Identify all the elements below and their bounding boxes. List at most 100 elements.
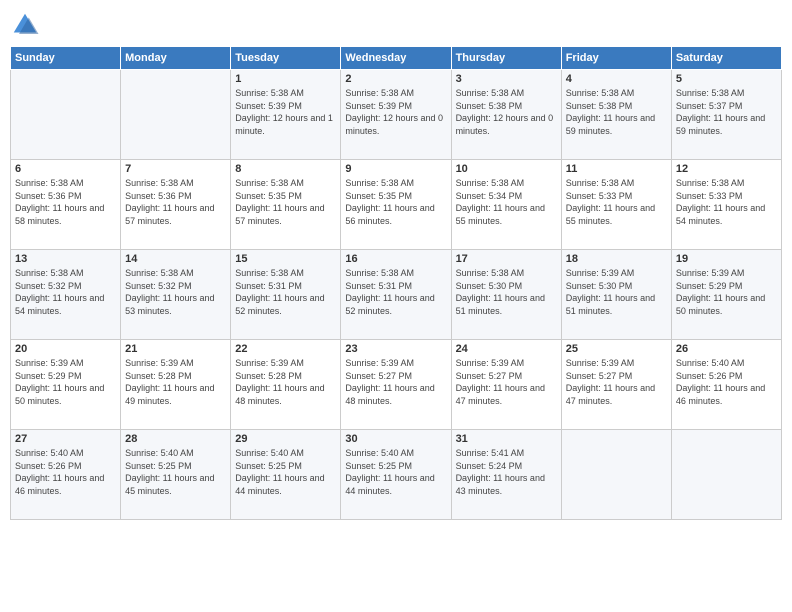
day-number: 6	[15, 163, 116, 175]
header-cell-sunday: Sunday	[11, 47, 121, 70]
calendar-cell: 30 Sunrise: 5:40 AM Sunset: 5:25 PM Dayli…	[341, 430, 451, 520]
calendar-cell: 1 Sunrise: 5:38 AM Sunset: 5:39 PM Daylig…	[231, 70, 341, 160]
day-number: 17	[456, 253, 557, 265]
day-number: 31	[456, 433, 557, 445]
cell-content: Sunrise: 5:40 AM Sunset: 5:26 PM Dayligh…	[15, 447, 116, 497]
calendar-cell: 29 Sunrise: 5:40 AM Sunset: 5:25 PM Dayli…	[231, 430, 341, 520]
cell-content: Sunrise: 5:38 AM Sunset: 5:39 PM Dayligh…	[235, 87, 336, 137]
day-number: 30	[345, 433, 446, 445]
calendar-cell: 24 Sunrise: 5:39 AM Sunset: 5:27 PM Dayli…	[451, 340, 561, 430]
day-number: 20	[15, 343, 116, 355]
calendar-cell	[671, 430, 781, 520]
logo-icon	[10, 10, 40, 40]
cell-content: Sunrise: 5:38 AM Sunset: 5:31 PM Dayligh…	[345, 267, 446, 317]
week-row-3: 20 Sunrise: 5:39 AM Sunset: 5:29 PM Dayli…	[11, 340, 782, 430]
day-number: 3	[456, 73, 557, 85]
day-number: 5	[676, 73, 777, 85]
day-number: 19	[676, 253, 777, 265]
cell-content: Sunrise: 5:38 AM Sunset: 5:36 PM Dayligh…	[125, 177, 226, 227]
calendar-cell: 19Sunrise: 5:39 AM Sunset: 5:29 PM Dayli…	[671, 250, 781, 340]
day-number: 24	[456, 343, 557, 355]
calendar-cell: 5 Sunrise: 5:38 AM Sunset: 5:37 PM Daylig…	[671, 70, 781, 160]
day-number: 29	[235, 433, 336, 445]
week-row-4: 27Sunrise: 5:40 AM Sunset: 5:26 PM Dayli…	[11, 430, 782, 520]
calendar-cell: 6 Sunrise: 5:38 AM Sunset: 5:36 PM Daylig…	[11, 160, 121, 250]
cell-content: Sunrise: 5:38 AM Sunset: 5:38 PM Dayligh…	[456, 87, 557, 137]
day-number: 16	[345, 253, 446, 265]
header-cell-tuesday: Tuesday	[231, 47, 341, 70]
cell-content: Sunrise: 5:40 AM Sunset: 5:26 PM Dayligh…	[676, 357, 777, 407]
day-number: 14	[125, 253, 226, 265]
cell-content: Sunrise: 5:38 AM Sunset: 5:36 PM Dayligh…	[15, 177, 116, 227]
calendar-cell: 7 Sunrise: 5:38 AM Sunset: 5:36 PM Daylig…	[121, 160, 231, 250]
week-row-1: 6 Sunrise: 5:38 AM Sunset: 5:36 PM Daylig…	[11, 160, 782, 250]
cell-content: Sunrise: 5:41 AM Sunset: 5:24 PM Dayligh…	[456, 447, 557, 497]
day-number: 15	[235, 253, 336, 265]
day-number: 13	[15, 253, 116, 265]
cell-content: Sunrise: 5:38 AM Sunset: 5:38 PM Dayligh…	[566, 87, 667, 137]
calendar-cell: 12 Sunrise: 5:38 AM Sunset: 5:33 PM Dayli…	[671, 160, 781, 250]
cell-content: Sunrise: 5:38 AM Sunset: 5:32 PM Dayligh…	[15, 267, 116, 317]
day-number: 2	[345, 73, 446, 85]
cell-content: Sunrise: 5:39 AM Sunset: 5:28 PM Dayligh…	[235, 357, 336, 407]
day-number: 28	[125, 433, 226, 445]
cell-content: Sunrise: 5:38 AM Sunset: 5:33 PM Dayligh…	[676, 177, 777, 227]
cell-content: Sunrise: 5:39 AM Sunset: 5:29 PM Dayligh…	[15, 357, 116, 407]
day-number: 4	[566, 73, 667, 85]
calendar-cell: 8Sunrise: 5:38 AM Sunset: 5:35 PM Daylig…	[231, 160, 341, 250]
day-number: 9	[345, 163, 446, 175]
day-number: 7	[125, 163, 226, 175]
logo	[10, 10, 44, 40]
header-cell-saturday: Saturday	[671, 47, 781, 70]
week-row-0: 1 Sunrise: 5:38 AM Sunset: 5:39 PM Daylig…	[11, 70, 782, 160]
calendar-cell: 28 Sunrise: 5:40 AM Sunset: 5:25 PM Dayli…	[121, 430, 231, 520]
cell-content: Sunrise: 5:39 AM Sunset: 5:30 PM Dayligh…	[566, 267, 667, 317]
calendar-cell: 27Sunrise: 5:40 AM Sunset: 5:26 PM Dayli…	[11, 430, 121, 520]
day-number: 21	[125, 343, 226, 355]
calendar-cell: 17Sunrise: 5:38 AM Sunset: 5:30 PM Dayli…	[451, 250, 561, 340]
header-row: SundayMondayTuesdayWednesdayThursdayFrid…	[11, 47, 782, 70]
calendar-cell: 18 Sunrise: 5:39 AM Sunset: 5:30 PM Dayli…	[561, 250, 671, 340]
calendar-cell: 2Sunrise: 5:38 AM Sunset: 5:39 PM Daylig…	[341, 70, 451, 160]
calendar-table: SundayMondayTuesdayWednesdayThursdayFrid…	[10, 46, 782, 520]
calendar-cell: 9Sunrise: 5:38 AM Sunset: 5:35 PM Daylig…	[341, 160, 451, 250]
calendar-cell: 16 Sunrise: 5:38 AM Sunset: 5:31 PM Dayli…	[341, 250, 451, 340]
cell-content: Sunrise: 5:38 AM Sunset: 5:37 PM Dayligh…	[676, 87, 777, 137]
cell-content: Sunrise: 5:38 AM Sunset: 5:35 PM Dayligh…	[235, 177, 336, 227]
day-number: 25	[566, 343, 667, 355]
calendar-cell: 3 Sunrise: 5:38 AM Sunset: 5:38 PM Daylig…	[451, 70, 561, 160]
day-number: 10	[456, 163, 557, 175]
page-header	[10, 10, 782, 40]
calendar-cell: 11 Sunrise: 5:38 AM Sunset: 5:33 PM Dayli…	[561, 160, 671, 250]
calendar-cell	[11, 70, 121, 160]
cell-content: Sunrise: 5:40 AM Sunset: 5:25 PM Dayligh…	[345, 447, 446, 497]
day-number: 22	[235, 343, 336, 355]
cell-content: Sunrise: 5:40 AM Sunset: 5:25 PM Dayligh…	[235, 447, 336, 497]
header-cell-monday: Monday	[121, 47, 231, 70]
day-number: 12	[676, 163, 777, 175]
cell-content: Sunrise: 5:39 AM Sunset: 5:28 PM Dayligh…	[125, 357, 226, 407]
cell-content: Sunrise: 5:40 AM Sunset: 5:25 PM Dayligh…	[125, 447, 226, 497]
day-number: 23	[345, 343, 446, 355]
calendar-cell: 26 Sunrise: 5:40 AM Sunset: 5:26 PM Dayli…	[671, 340, 781, 430]
calendar-cell: 25 Sunrise: 5:39 AM Sunset: 5:27 PM Dayli…	[561, 340, 671, 430]
calendar-cell: 15Sunrise: 5:38 AM Sunset: 5:31 PM Dayli…	[231, 250, 341, 340]
cell-content: Sunrise: 5:39 AM Sunset: 5:27 PM Dayligh…	[456, 357, 557, 407]
cell-content: Sunrise: 5:38 AM Sunset: 5:34 PM Dayligh…	[456, 177, 557, 227]
calendar-cell: 23Sunrise: 5:39 AM Sunset: 5:27 PM Dayli…	[341, 340, 451, 430]
cell-content: Sunrise: 5:39 AM Sunset: 5:27 PM Dayligh…	[566, 357, 667, 407]
day-number: 18	[566, 253, 667, 265]
calendar-cell: 20 Sunrise: 5:39 AM Sunset: 5:29 PM Dayli…	[11, 340, 121, 430]
calendar-cell: 31 Sunrise: 5:41 AM Sunset: 5:24 PM Dayli…	[451, 430, 561, 520]
calendar-cell: 22 Sunrise: 5:39 AM Sunset: 5:28 PM Dayli…	[231, 340, 341, 430]
week-row-2: 13 Sunrise: 5:38 AM Sunset: 5:32 PM Dayli…	[11, 250, 782, 340]
calendar-cell	[561, 430, 671, 520]
header-cell-thursday: Thursday	[451, 47, 561, 70]
day-number: 1	[235, 73, 336, 85]
header-cell-wednesday: Wednesday	[341, 47, 451, 70]
day-number: 11	[566, 163, 667, 175]
calendar-cell: 14Sunrise: 5:38 AM Sunset: 5:32 PM Dayli…	[121, 250, 231, 340]
day-number: 26	[676, 343, 777, 355]
header-cell-friday: Friday	[561, 47, 671, 70]
cell-content: Sunrise: 5:38 AM Sunset: 5:33 PM Dayligh…	[566, 177, 667, 227]
